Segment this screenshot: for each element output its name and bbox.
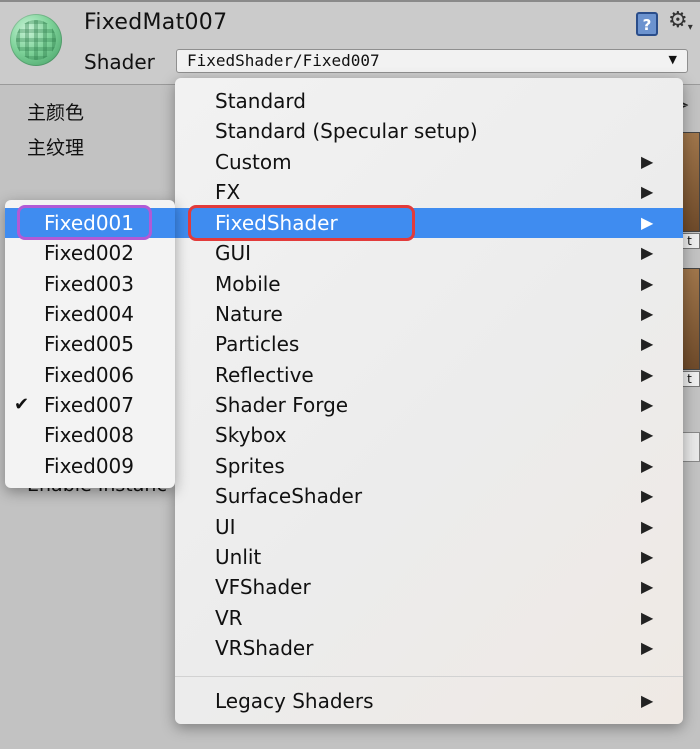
triangle-right-icon: ▶ [641, 395, 654, 414]
menu-item-unlit[interactable]: Unlit ▶ [175, 542, 683, 572]
menu-item-label: SurfaceShader [215, 484, 363, 508]
material-preview-sphere-icon [10, 14, 62, 66]
menu-item-ui[interactable]: UI ▶ [175, 512, 683, 542]
menu-item-label: Mobile [215, 272, 281, 296]
submenu-item-fixed006[interactable]: Fixed006 [5, 360, 175, 390]
property-main-color-label: 主颜色 [27, 102, 85, 124]
submenu-item-fixed009[interactable]: Fixed009 [5, 451, 175, 481]
triangle-right-icon: ▶ [641, 213, 654, 232]
menu-item-vfshader[interactable]: VFShader ▶ [175, 572, 683, 602]
top-divider [0, 0, 700, 2]
triangle-right-icon: ▶ [641, 608, 654, 627]
menu-item-vrshader[interactable]: VRShader ▶ [175, 633, 683, 663]
menu-item-custom[interactable]: Custom ▶ [175, 147, 683, 177]
shader-menu: Standard Standard (Specular setup) Custo… [175, 78, 683, 724]
shader-dropdown-value: FixedShader/Fixed007 [187, 51, 380, 70]
menu-item-label: Standard [215, 89, 306, 113]
property-main-texture-label: 主纹理 [27, 137, 85, 159]
submenu-item-fixed007[interactable]: ✔ Fixed007 [5, 390, 175, 420]
menu-item-label: Sprites [215, 454, 285, 478]
menu-item-particles[interactable]: Particles ▶ [175, 329, 683, 359]
submenu-item-label: Fixed005 [44, 332, 134, 356]
menu-item-legacy-shaders[interactable]: Legacy Shaders ▶ [175, 686, 683, 716]
menu-item-label: Nature [215, 302, 283, 326]
triangle-right-icon: ▶ [641, 243, 654, 262]
triangle-right-icon: ▶ [641, 517, 654, 536]
menu-item-sprites[interactable]: Sprites ▶ [175, 451, 683, 481]
menu-item-label: UI [215, 515, 236, 539]
menu-item-skybox[interactable]: Skybox ▶ [175, 420, 683, 450]
menu-item-label: VR [215, 606, 243, 630]
menu-item-label: Standard (Specular setup) [215, 119, 478, 143]
triangle-right-icon: ▶ [641, 304, 654, 323]
menu-item-standard-specular[interactable]: Standard (Specular setup) [175, 116, 683, 146]
chevron-down-icon: ▼ [668, 53, 677, 66]
menu-item-label: Shader Forge [215, 393, 349, 417]
annotation-highlight-purple [17, 205, 152, 240]
material-title: FixedMat007 [84, 10, 228, 35]
menu-item-fx[interactable]: FX ▶ [175, 177, 683, 207]
menu-divider [175, 676, 683, 677]
menu-item-label: Particles [215, 332, 300, 356]
submenu-item-fixed002[interactable]: Fixed002 [5, 238, 175, 268]
shader-dropdown[interactable]: FixedShader/Fixed007 ▼ [176, 49, 688, 73]
menu-item-label: Skybox [215, 423, 287, 447]
menu-item-label: Custom [215, 150, 292, 174]
submenu-item-label: Fixed004 [44, 302, 134, 326]
gear-icon[interactable]: ⚙▾ [668, 8, 693, 33]
menu-item-nature[interactable]: Nature ▶ [175, 299, 683, 329]
menu-item-label: GUI [215, 241, 252, 265]
submenu-item-fixed003[interactable]: Fixed003 [5, 269, 175, 299]
menu-item-vr[interactable]: VR ▶ [175, 603, 683, 633]
menu-item-label: FX [215, 180, 241, 204]
triangle-right-icon: ▶ [641, 638, 654, 657]
triangle-right-icon: ▶ [641, 547, 654, 566]
menu-item-standard[interactable]: Standard [175, 86, 683, 116]
triangle-right-icon: ▶ [641, 425, 654, 444]
triangle-right-icon: ▶ [641, 334, 654, 353]
menu-item-shader-forge[interactable]: Shader Forge ▶ [175, 390, 683, 420]
value-field[interactable] [682, 432, 700, 462]
menu-item-label: VRShader [215, 636, 314, 660]
menu-item-label: Legacy Shaders [215, 689, 374, 713]
submenu-item-fixed004[interactable]: Fixed004 [5, 299, 175, 329]
annotation-highlight-red [188, 205, 415, 241]
submenu-item-label: Fixed003 [44, 272, 134, 296]
menu-item-reflective[interactable]: Reflective ▶ [175, 360, 683, 390]
menu-item-surfaceshader[interactable]: SurfaceShader ▶ [175, 481, 683, 511]
triangle-right-icon: ▶ [641, 274, 654, 293]
submenu-item-label: Fixed009 [44, 454, 134, 478]
inspector-header: FixedMat007 Shader FixedShader/Fixed007 … [0, 0, 700, 85]
checkmark-icon: ✔ [14, 394, 30, 415]
triangle-right-icon: ▶ [641, 456, 654, 475]
menu-item-mobile[interactable]: Mobile ▶ [175, 269, 683, 299]
menu-item-label: VFShader [215, 575, 311, 599]
submenu-item-fixed008[interactable]: Fixed008 [5, 420, 175, 450]
triangle-right-icon: ▶ [641, 182, 654, 201]
submenu-item-fixed005[interactable]: Fixed005 [5, 329, 175, 359]
menu-item-label: Unlit [215, 545, 262, 569]
submenu-item-label: Fixed006 [44, 363, 134, 387]
fixedshader-submenu: Fixed001 Fixed002 Fixed003 Fixed004 Fixe… [5, 200, 175, 488]
triangle-right-icon: ▶ [641, 691, 654, 710]
menu-item-gui[interactable]: GUI ▶ [175, 238, 683, 268]
triangle-right-icon: ▶ [641, 152, 654, 171]
triangle-right-icon: ▶ [641, 365, 654, 384]
menu-item-label: Reflective [215, 363, 314, 387]
submenu-item-label: Fixed008 [44, 423, 134, 447]
submenu-item-label: Fixed002 [44, 241, 134, 265]
shader-label: Shader [84, 50, 155, 74]
help-book-icon[interactable]: ? [636, 12, 658, 36]
triangle-right-icon: ▶ [641, 486, 654, 505]
submenu-item-label: Fixed007 [44, 393, 134, 417]
triangle-right-icon: ▶ [641, 577, 654, 596]
